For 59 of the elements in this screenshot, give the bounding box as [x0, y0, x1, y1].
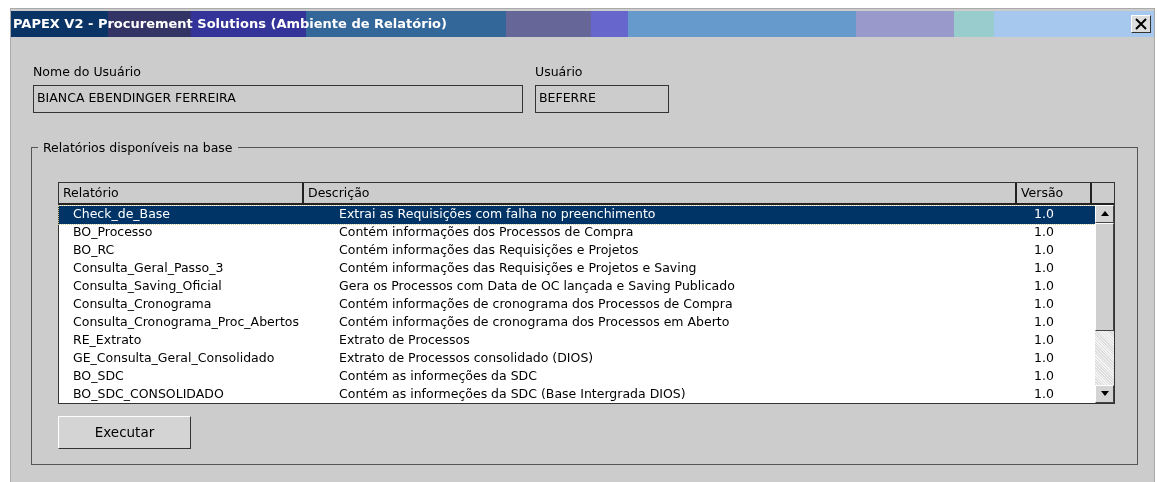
- table-cell-text: Consulta_Saving_Oficial: [72, 277, 223, 296]
- table-cell-text: Extrato de Processos: [339, 331, 471, 350]
- report-row[interactable]: GE_Consulta_Geral_Consolidado Extrato de Processos consolidado (DIOS) 1.0: [59, 349, 1095, 368]
- table-cell-text: Contém informações dos Processos de Compra: [339, 223, 635, 242]
- table-cell-text: 1.0: [1033, 367, 1054, 386]
- table-cell-text: Contém informações de cronograma dos Processos de Compra: [339, 295, 734, 314]
- window-title: PAPEX V2 - Procurement Solutions (Ambiente de Relatório): [13, 15, 447, 34]
- table-cell-text: 1.0: [1033, 241, 1054, 260]
- report-row[interactable]: Consulta_Cronograma Contém informações de cronograma dos Processos de Compra 1.0: [59, 295, 1095, 314]
- report-row[interactable]: BO_Processo Contém informações dos Processos de Compra 1.0: [59, 223, 1095, 242]
- table-cell-text: 1.0: [1033, 223, 1054, 242]
- report-row[interactable]: RE_Extrato Extrato de Processos 1.0: [59, 331, 1095, 350]
- report-row[interactable]: BO_RC Contém informações das Requisições e Projetos 1.0: [59, 241, 1095, 260]
- execute-button[interactable]: Executar: [58, 415, 191, 449]
- column-header[interactable]: Relatório: [59, 182, 304, 203]
- table-cell-text: Contém as informeções da SDC: [339, 367, 538, 386]
- table-cell-text: 1.0: [1033, 277, 1054, 296]
- table-cell-text: Contém informações das Requisições e Projetos e Saving: [339, 259, 698, 278]
- table-cell-text: Consulta_Cronograma_Proc_Abertos: [72, 313, 300, 332]
- table-cell-text: 1.0: [1033, 205, 1054, 224]
- table-cell-text: 1.0: [1033, 349, 1054, 368]
- scrollbar[interactable]: [1095, 204, 1114, 403]
- user-name-field[interactable]: BIANCA EBENDINGER FERREIRA: [33, 84, 523, 113]
- report-row[interactable]: Consulta_Saving_Oficial Gera os Processos com Data de OC lançada e Saving Publicado 1.0: [59, 277, 1095, 296]
- down-arrow-icon: [1100, 391, 1109, 397]
- report-row[interactable]: BO_SDC_CONSOLIDADO Contém as informeções da SDC (Base Intergrada DIOS) 1.0: [59, 385, 1095, 404]
- scroll-thumb[interactable]: [1095, 222, 1114, 331]
- table-cell-text: Extrai as Requisições com falha no preenchimento: [339, 205, 657, 224]
- table-cell-text: BO_Processo: [72, 223, 154, 242]
- column-header[interactable]: Versão: [1017, 182, 1092, 203]
- user-field[interactable]: BEFERRE: [535, 84, 669, 113]
- report-row[interactable]: BO_SDC Contém as informeções da SDC 1.0: [59, 367, 1095, 386]
- table-cell-text: 1.0: [1033, 385, 1054, 404]
- table-cell-text: 1.0: [1033, 313, 1054, 332]
- report-row[interactable]: Check_de_Base Extrai as Requisições com falha no preenchimento 1.0: [59, 205, 1095, 224]
- table-cell-text: BO_RC: [72, 241, 116, 260]
- table-cell-text: Extrato de Processos consolidado (DIOS): [339, 349, 595, 368]
- table-cell-text: Consulta_Cronograma: [72, 295, 213, 314]
- field-label: Usuário: [535, 63, 584, 81]
- report-row[interactable]: Consulta_Geral_Passo_3 Contém informações das Requisições e Projetos e Saving 1.0: [59, 259, 1095, 278]
- column-header[interactable]: Descrição: [304, 182, 1017, 203]
- table-cell-text: BO_SDC: [72, 367, 125, 386]
- field-label: Nome do Usuário: [33, 63, 142, 81]
- table-cell-text: Contém as informeções da SDC (Base Intergrada DIOS): [339, 385, 687, 404]
- close-button[interactable]: [1131, 15, 1151, 33]
- table-cell-text: BO_SDC_CONSOLIDADO: [72, 385, 225, 404]
- table-cell-text: RE_Extrato: [72, 331, 143, 350]
- close-icon: [1135, 18, 1147, 30]
- table-cell-text: 1.0: [1033, 331, 1054, 350]
- table-cell-text: Consulta_Geral_Passo_3: [72, 259, 225, 278]
- report-row[interactable]: Consulta_Cronograma_Proc_Abertos Contém informações de cronograma dos Processos em Aberto 1.0: [59, 313, 1095, 332]
- table-cell-text: GE_Consulta_Geral_Consolidado: [72, 349, 276, 368]
- table-cell-text: Contém informações das Requisições e Projetos: [339, 241, 640, 260]
- table-cell-text: Contém informações de cronograma dos Processos em Aberto: [339, 313, 731, 332]
- table-cell-text: Check_de_Base: [72, 205, 171, 224]
- up-arrow-icon: [1100, 211, 1109, 217]
- table-cell-text: Gera os Processos com Data de OC lançada e Saving Publicado: [339, 277, 736, 296]
- table-cell-text: 1.0: [1033, 259, 1054, 278]
- table-cell-text: 1.0: [1033, 295, 1054, 314]
